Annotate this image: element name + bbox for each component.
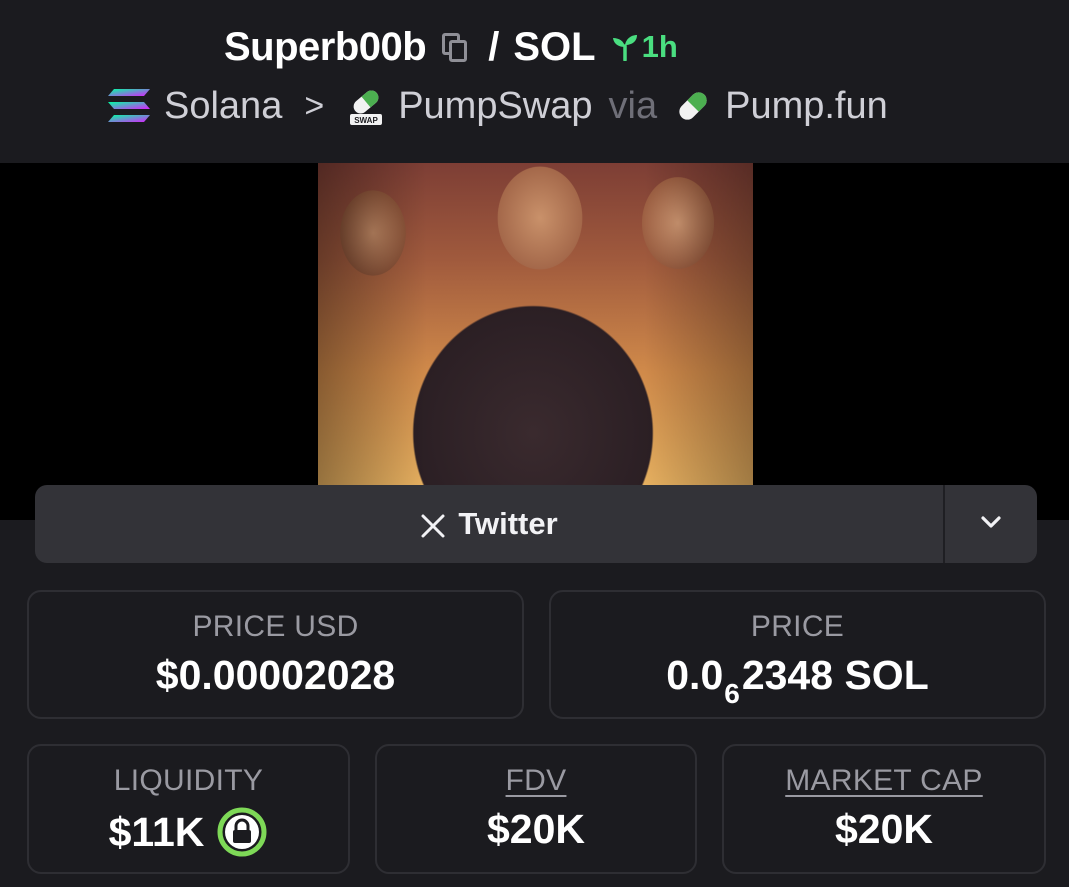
via-label: via [608,84,658,127]
market-cap-label[interactable]: MARKET CAP [724,764,1044,798]
more-links-button[interactable] [945,485,1037,563]
price-native-label: PRICE [750,610,845,643]
price-usd-card: PRICE USD $0.00002028 [27,590,524,719]
lock-icon[interactable] [216,806,268,858]
chain-link[interactable]: Solana [164,85,282,128]
social-links-bar: Twitter [35,485,1037,563]
fdv-label[interactable]: FDV [377,764,695,798]
dex-link[interactable]: PumpSwap [398,85,592,128]
price-usd-label: PRICE USD [192,610,359,643]
twitter-button-label: Twitter [458,506,558,541]
fdv-value: $20K [486,806,585,852]
pair-age: 1h [610,29,678,65]
liquidity-value-row: $11K [29,806,348,858]
market-cap-card: MARKET CAP $20K [722,744,1046,874]
price-native-value: 0.062348 SOL [551,652,1044,709]
pair-header: Superb00b / SOL 1h Solana > SWAP PumpSwa… [0,0,1069,163]
svg-text:SWAP: SWAP [354,116,378,125]
pill-icon [673,86,713,126]
price-native-card: PRICE 0.062348 SOL [549,590,1046,719]
token-image [318,163,753,485]
sprout-icon [610,33,640,61]
liquidity-value: $11K [108,808,205,855]
pair-age-label: 1h [641,29,678,64]
price-usd-value: $0.00002028 [155,652,396,698]
price-native-zero-count: 6 [724,678,740,709]
market-cap-value: $20K [834,806,933,852]
price-native-digits: 2348 [741,652,834,698]
pair-title: Superb00b / SOL 1h [224,22,678,72]
liquidity-card: LIQUIDITY $11K [27,744,350,874]
breadcrumb: Solana > SWAP PumpSwap via Pump.fun [106,82,888,130]
fdv-card: FDV $20K [375,744,697,874]
breadcrumb-separator: > [304,86,325,125]
copy-icon[interactable] [440,31,470,63]
twitter-button[interactable]: Twitter [35,485,943,563]
chevron-down-icon [980,515,1002,534]
base-token-symbol: Superb00b [224,24,427,69]
x-icon [420,511,446,538]
launchpad-link[interactable]: Pump.fun [725,85,888,128]
quote-token-symbol: SOL [513,24,596,69]
solana-icon [106,86,152,126]
token-banner [0,163,1069,520]
pumpswap-icon: SWAP [346,86,386,126]
price-native-prefix: 0.0 [666,652,724,698]
pair-slash: / [488,24,500,69]
price-native-unit: SOL [844,652,929,698]
liquidity-label: LIQUIDITY [113,764,264,797]
